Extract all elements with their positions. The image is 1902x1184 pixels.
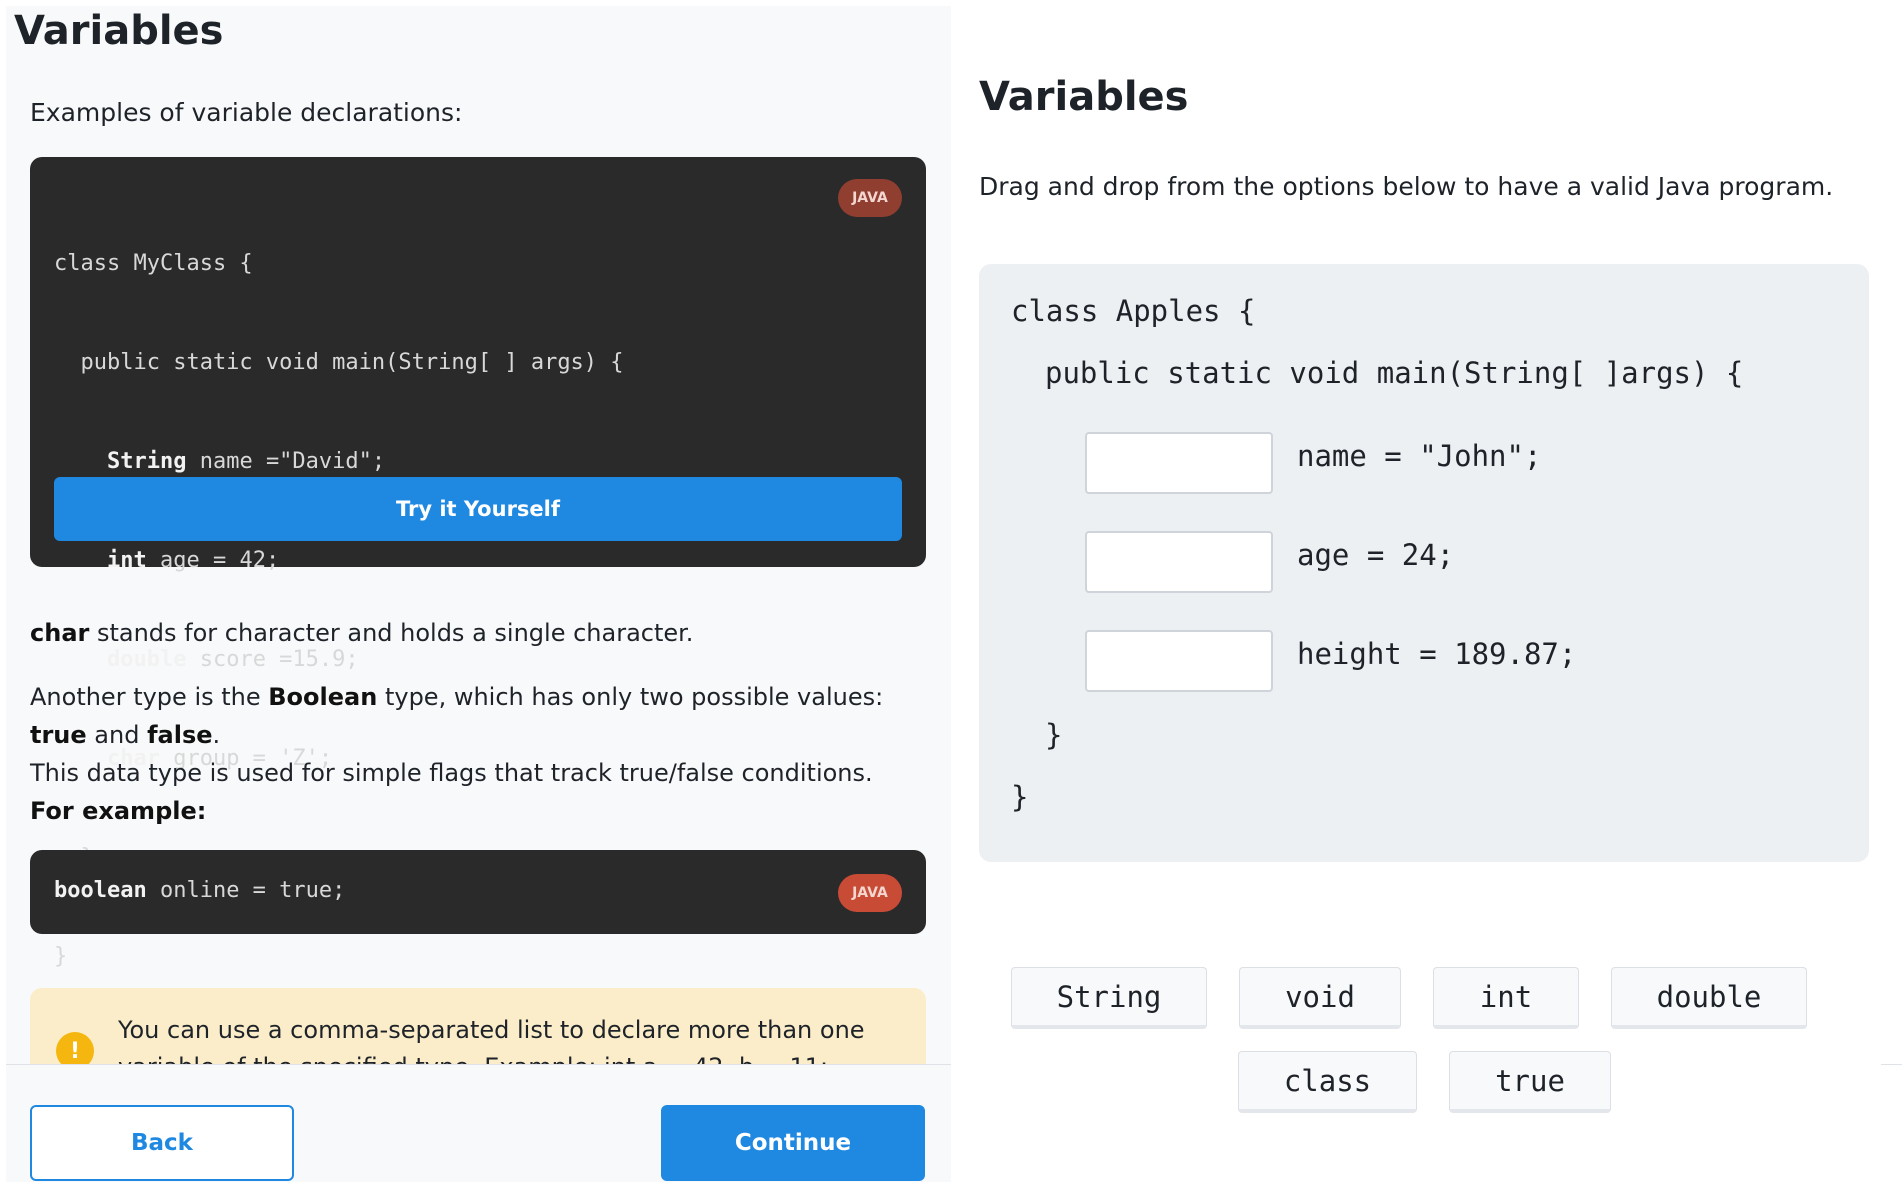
code-example-variables: class MyClass { public static void main(… — [30, 157, 926, 969]
code-line: String name ="David"; — [106, 449, 386, 474]
boolean-description: Another type is the Boolean type, which … — [30, 683, 884, 825]
quiz-code-line: } — [1011, 780, 1029, 814]
drop-slot[interactable] — [1085, 630, 1273, 692]
option-int[interactable]: int — [1433, 967, 1579, 1029]
drop-slot[interactable] — [1085, 432, 1273, 494]
lesson-title: Variables — [14, 8, 224, 54]
language-badge: JAVA — [838, 874, 902, 912]
code-example-boolean: boolean online = true; JAVA — [30, 850, 926, 934]
char-description: char stands for character and holds a si… — [30, 619, 694, 647]
code-drop-area: class Apples { public static void main(S… — [979, 264, 1869, 862]
language-badge: JAVA — [838, 179, 902, 217]
quiz-code-line: height = 189.87; — [1297, 637, 1577, 671]
quiz-code-line: } — [1045, 718, 1063, 752]
lesson-panel: Variables Examples of variable declarati… — [6, 6, 951, 1182]
lesson-footer: Back Continue — [6, 1064, 951, 1182]
try-it-yourself-button[interactable]: Try it Yourself — [54, 477, 902, 541]
option-double[interactable]: double — [1611, 967, 1807, 1029]
code-line: public static void main(String[ ] args) … — [54, 350, 624, 375]
option-void[interactable]: void — [1239, 967, 1401, 1029]
option-class[interactable]: class — [1238, 1051, 1417, 1113]
quiz-panel: Variables Drag and drop from the options… — [951, 6, 1902, 1184]
quiz-instructions: Drag and drop from the options below to … — [979, 172, 1834, 201]
code-line: int age = 42; — [106, 548, 280, 573]
back-button[interactable]: Back — [30, 1105, 294, 1181]
quiz-code-line: class Apples { — [1011, 294, 1256, 328]
lesson-lead-text: Examples of variable declarations: — [30, 98, 463, 127]
code-line: } — [54, 944, 68, 969]
code-block: boolean online = true; — [54, 878, 346, 903]
option-string[interactable]: String — [1011, 967, 1207, 1029]
code-line: class MyClass { — [54, 251, 253, 276]
continue-button[interactable]: Continue — [661, 1105, 925, 1181]
quiz-code-line: name = "John"; — [1297, 439, 1542, 473]
quiz-code-line: age = 24; — [1297, 538, 1455, 572]
quiz-title: Variables — [979, 74, 1189, 120]
quiz-code-line: public static void main(String[ ]args) { — [1045, 356, 1744, 390]
drop-slot[interactable] — [1085, 531, 1273, 593]
divider — [1881, 1064, 1902, 1065]
option-true[interactable]: true — [1449, 1051, 1611, 1113]
